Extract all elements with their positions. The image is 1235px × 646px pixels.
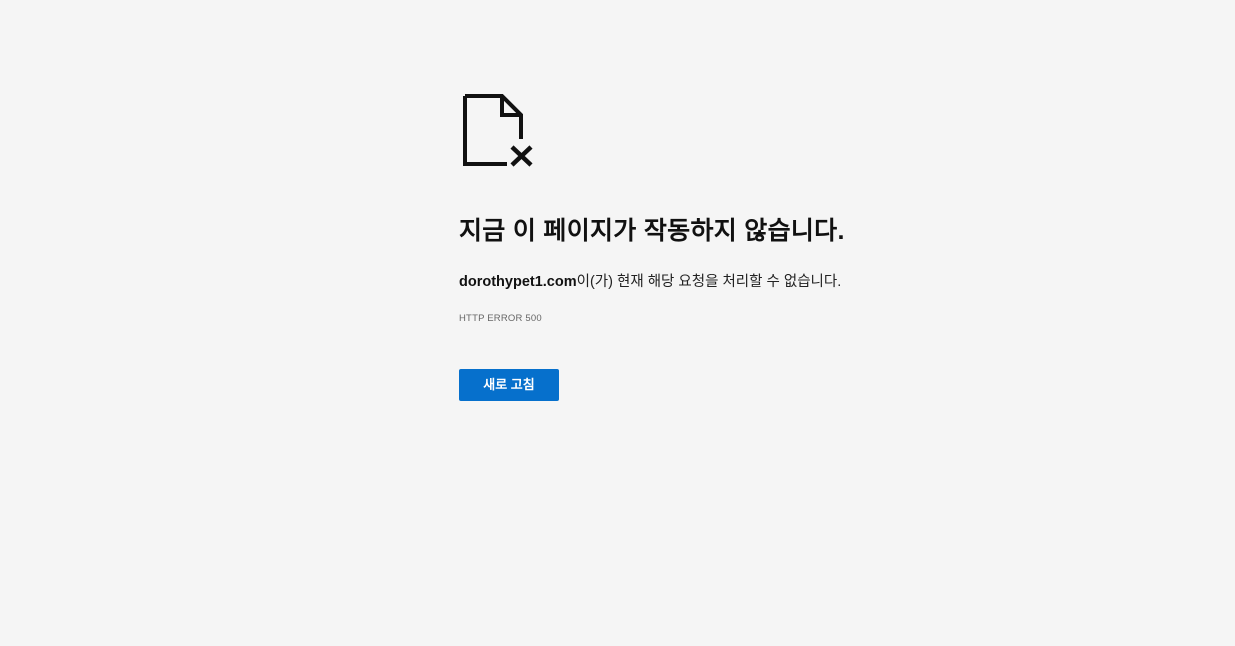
error-content: 지금 이 페이지가 작동하지 않습니다. dorothypet1.com이(가)…	[459, 94, 1019, 401]
broken-document-icon	[463, 94, 533, 167]
error-message: dorothypet1.com이(가) 현재 해당 요청을 처리할 수 없습니다…	[459, 272, 1019, 292]
error-message-text: 이(가) 현재 해당 요청을 처리할 수 없습니다.	[576, 274, 842, 290]
error-code: HTTP ERROR 500	[459, 313, 542, 324]
reload-button[interactable]: 새로 고침	[459, 369, 559, 401]
error-page: 지금 이 페이지가 작동하지 않습니다. dorothypet1.com이(가)…	[0, 0, 1235, 646]
error-domain: dorothypet1.com	[459, 274, 577, 290]
error-headline: 지금 이 페이지가 작동하지 않습니다.	[459, 217, 845, 245]
